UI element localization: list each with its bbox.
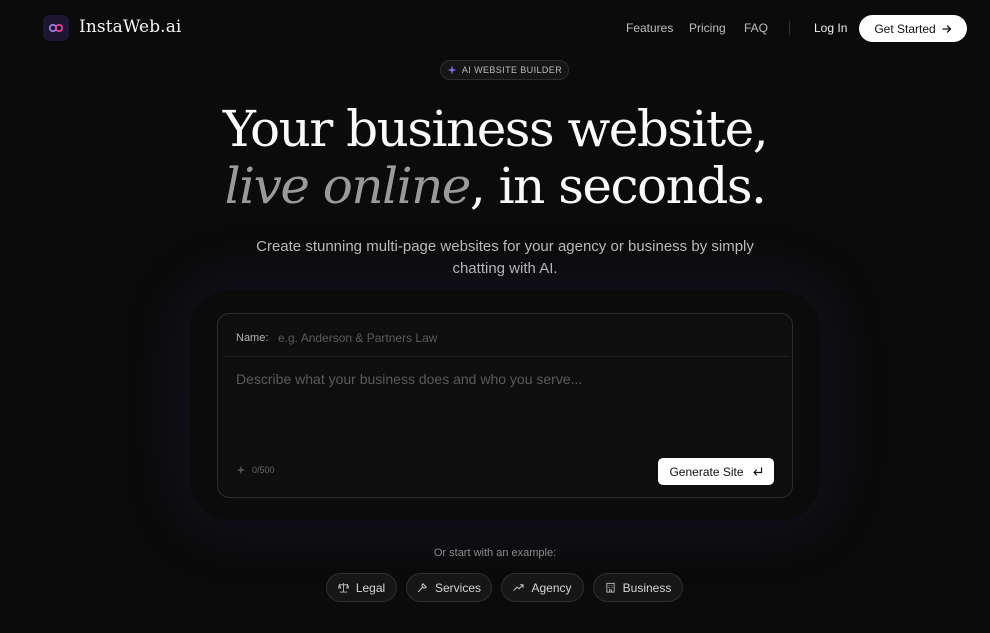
- example-chip-agency[interactable]: Agency: [501, 573, 584, 602]
- example-chip-business[interactable]: Business: [593, 573, 683, 602]
- generator-card: Name: 0/500 Generate Site: [217, 313, 793, 498]
- login-link[interactable]: Log In: [814, 21, 847, 35]
- brand-name[interactable]: InstaWeb.ai: [79, 17, 181, 37]
- nav-link-features[interactable]: Features: [626, 21, 673, 35]
- badge-label: AI WEBSITE BUILDER: [461, 65, 563, 75]
- generate-site-label: Generate Site: [669, 464, 744, 479]
- logo-icon[interactable]: [43, 15, 69, 41]
- example-chip-label: Agency: [531, 580, 572, 595]
- enter-icon: [752, 466, 762, 476]
- hero-title-accent: live online: [224, 157, 472, 215]
- hero-badge: AI WEBSITE BUILDER: [440, 60, 569, 80]
- example-chip-label: Business: [622, 580, 672, 595]
- example-chip-label: Legal: [355, 580, 386, 595]
- char-counter: 0/500: [236, 465, 275, 475]
- generate-site-button[interactable]: Generate Site: [658, 458, 774, 485]
- example-chip-legal[interactable]: Legal: [326, 573, 397, 602]
- hero-title-rest: , in seconds.: [469, 157, 767, 215]
- building-icon: [606, 582, 615, 593]
- card-divider: [224, 356, 788, 357]
- nav-divider: [789, 21, 790, 35]
- arrow-right-icon: [942, 24, 951, 33]
- examples-prompt: Or start with an example:: [433, 547, 557, 559]
- hero-title-line1: Your business website,: [222, 100, 769, 158]
- hero-title-line2: live online, in seconds.: [0, 157, 990, 215]
- get-started-label: Get Started: [874, 21, 936, 36]
- name-label: Name:: [236, 332, 269, 344]
- get-started-button[interactable]: Get Started: [859, 15, 967, 42]
- nav-link-pricing[interactable]: Pricing: [689, 21, 726, 35]
- trend-icon: [513, 584, 525, 591]
- nav-link-faq[interactable]: FAQ: [744, 21, 768, 35]
- sparkle-icon: [447, 65, 457, 75]
- example-chip-services[interactable]: Services: [406, 573, 492, 602]
- example-chip-label: Services: [434, 580, 481, 595]
- scale-icon: [337, 582, 349, 593]
- sparkle-icon: [236, 465, 246, 475]
- hero-subtitle: Create stunning multi-page websites for …: [256, 238, 754, 277]
- top-nav: InstaWeb.ai Features Pricing FAQ Log In …: [0, 0, 990, 56]
- business-description-input[interactable]: [236, 371, 776, 451]
- wrench-icon: [417, 583, 427, 593]
- char-counter-label: 0/500: [252, 465, 275, 475]
- business-name-input[interactable]: [278, 327, 768, 349]
